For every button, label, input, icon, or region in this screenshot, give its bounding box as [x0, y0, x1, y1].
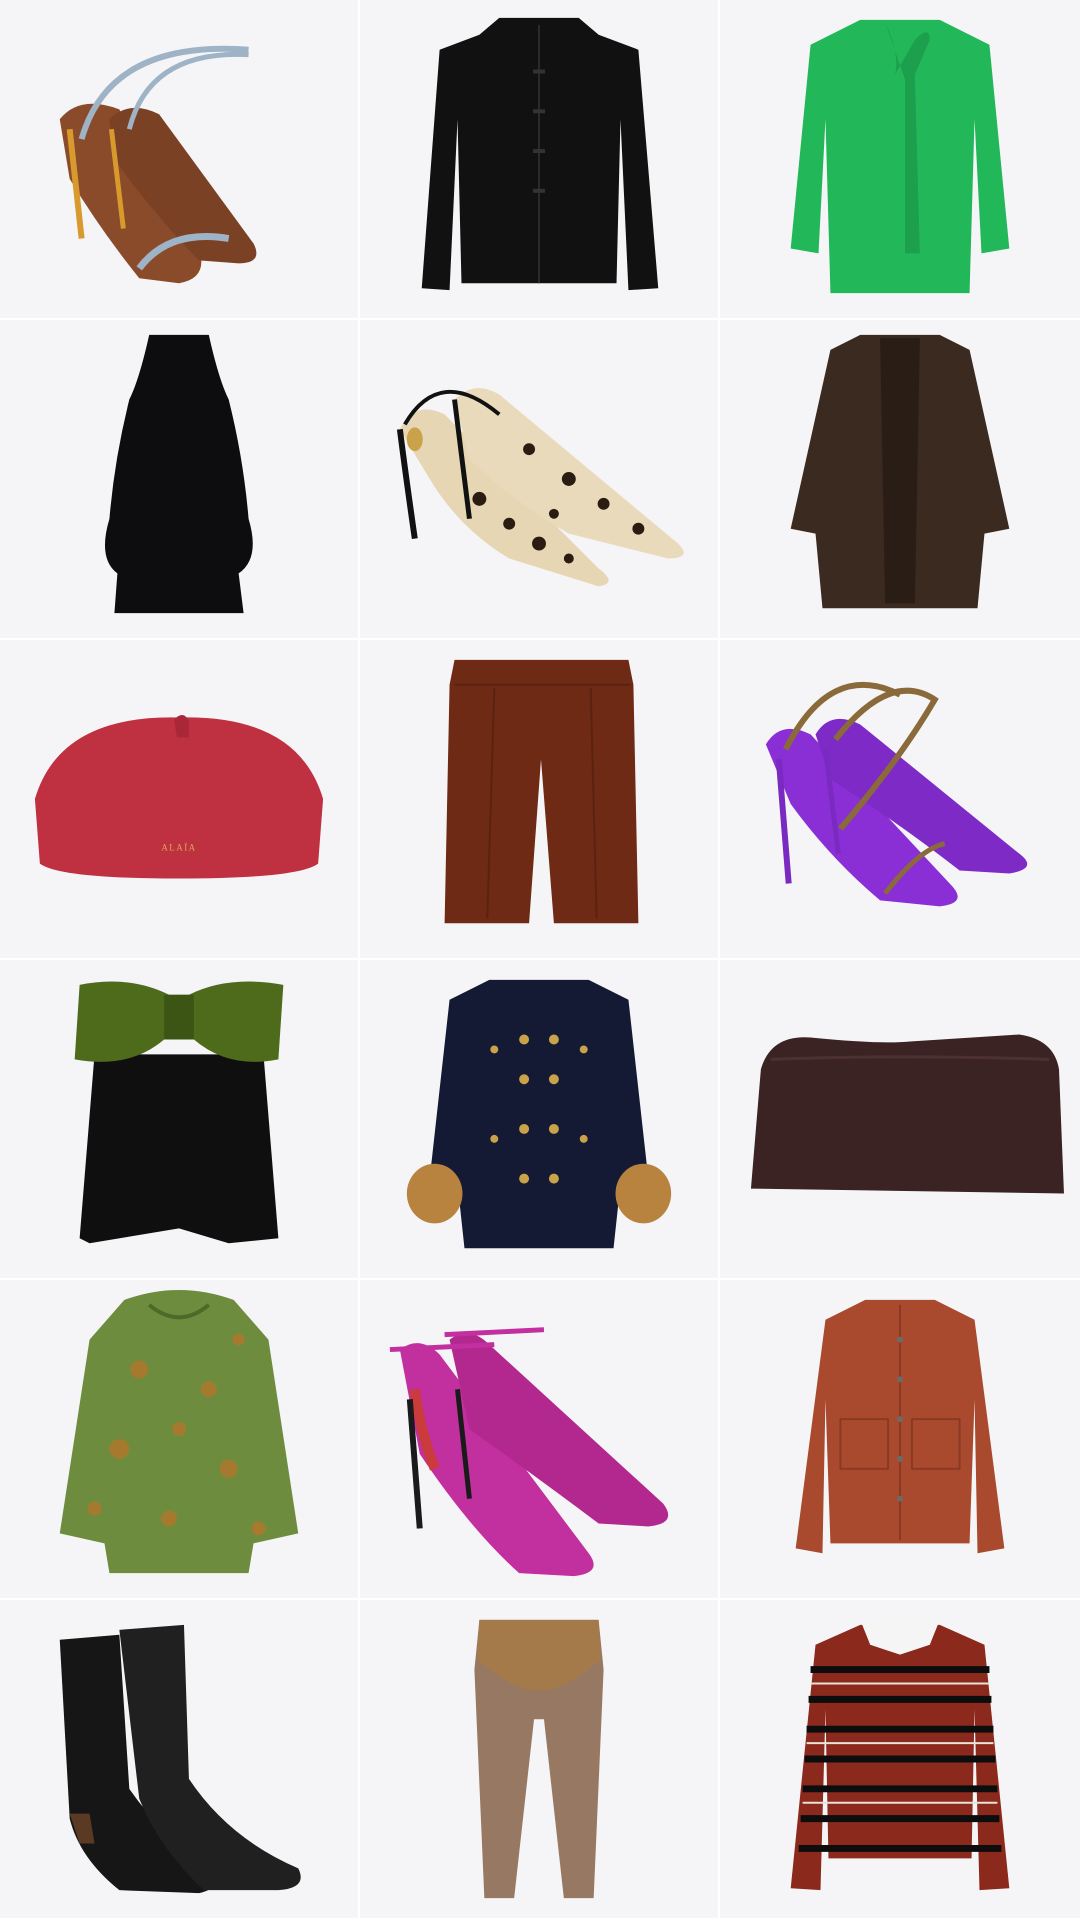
product-image-clutch-flat [750, 1034, 1064, 1194]
product-tile-strappy-sandal-brown-quilted[interactable] [0, 0, 360, 320]
product-tile-navy-jacket-fur-cuffs[interactable] [360, 960, 720, 1280]
product-image-sandal [765, 682, 1028, 907]
product-tile-dark-brown-leather-clutch[interactable] [720, 960, 1080, 1280]
product-tile-rust-pleated-bermuda-shorts[interactable] [360, 640, 720, 960]
product-image-puffer [59, 1289, 299, 1574]
product-image-halter-top [104, 334, 253, 614]
product-tile-black-mandarin-jacket[interactable] [360, 0, 720, 320]
product-image-denim-jacket [795, 1299, 1005, 1554]
product-tile-black-halter-top[interactable] [0, 320, 360, 640]
product-image-coat [790, 334, 1010, 609]
product-tile-striped-rugby-polo[interactable] [720, 1600, 1080, 1920]
product-image-polo [790, 1619, 1010, 1891]
product-image-slingback [396, 388, 684, 587]
product-tile-rust-denim-jacket[interactable] [720, 1280, 1080, 1600]
product-image-sandal [59, 45, 257, 284]
product-image-tweed-jacket [406, 979, 672, 1249]
product-image-bow-top [74, 981, 284, 1244]
product-image-leggings [474, 1619, 604, 1899]
product-tile-green-bow-blouse[interactable] [720, 0, 1080, 320]
product-image-blouse [790, 19, 1010, 294]
product-tile-red-suede-pouch-bag[interactable]: ALAÏA [0, 640, 360, 960]
product-tile-black-top-green-bow[interactable] [0, 960, 360, 1280]
product-image-clutch: ALAÏA [34, 714, 324, 879]
product-tile-pink-satin-ankle-strap-pump[interactable] [360, 1280, 720, 1600]
product-image-shorts [444, 659, 639, 924]
product-image-pump [389, 1327, 669, 1577]
product-tile-black-leather-ankle-boots[interactable] [0, 1600, 360, 1920]
brand-label: ALAÏA [161, 843, 196, 853]
product-image-jacket [421, 17, 659, 291]
product-image-boots [59, 1624, 301, 1894]
product-tile-sheer-tan-leggings[interactable] [360, 1600, 720, 1920]
product-tile-purple-quilted-strappy-sandal[interactable] [720, 640, 1080, 960]
product-tile-brown-shearling-coat[interactable] [720, 320, 1080, 640]
product-tile-green-brocade-puffer-jacket[interactable] [0, 1280, 360, 1600]
product-tile-leopard-slingback-pumps[interactable] [360, 320, 720, 640]
product-grid: ALAÏA [0, 0, 1080, 1920]
